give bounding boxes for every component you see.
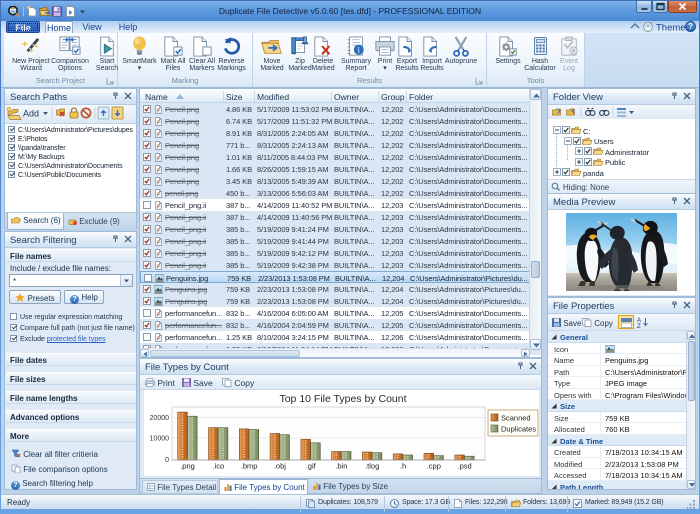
svg-text:.h: .h <box>400 462 406 471</box>
svg-text:Add: Add <box>23 109 39 119</box>
svg-text:Duplicates: Duplicates <box>501 425 536 434</box>
svg-text:0: 0 <box>165 457 169 464</box>
svg-text:.obj: .obj <box>274 462 286 471</box>
svg-text:.psd: .psd <box>458 462 472 471</box>
svg-text:.png: .png <box>180 462 195 471</box>
svg-text:Z: Z <box>637 324 641 328</box>
svg-text:Scanned: Scanned <box>501 414 531 423</box>
svg-text:Theme: Theme <box>656 23 686 34</box>
svg-text:.bin: .bin <box>335 462 347 471</box>
svg-text:.ico: .ico <box>212 462 224 471</box>
svg-text:.gif: .gif <box>306 462 317 471</box>
svg-text:.bmp: .bmp <box>241 462 258 471</box>
svg-text:.tlog: .tlog <box>365 462 379 471</box>
svg-text:Top 10 File Types by Count: Top 10 File Types by Count <box>279 393 406 405</box>
svg-text:10000: 10000 <box>150 436 170 443</box>
svg-text:20000: 20000 <box>150 415 170 422</box>
svg-text:.cpp: .cpp <box>427 462 441 471</box>
